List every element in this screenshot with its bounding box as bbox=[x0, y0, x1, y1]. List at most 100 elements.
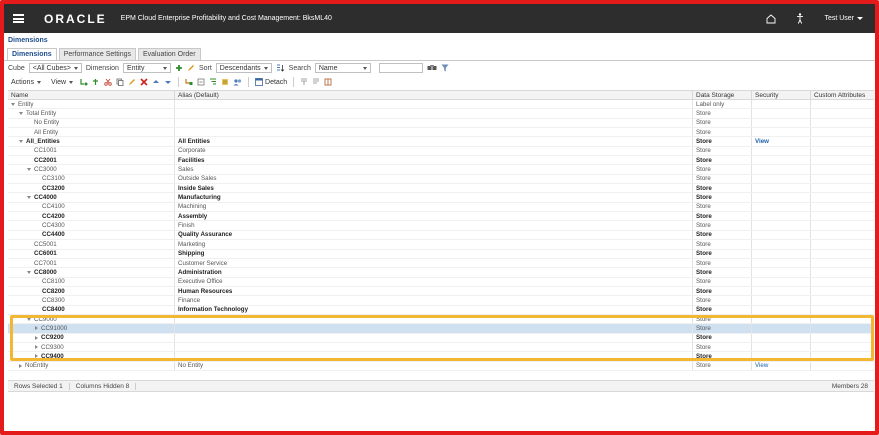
row-name-cell[interactable]: CC9200 bbox=[8, 334, 174, 342]
expanded-triangle-icon[interactable] bbox=[27, 196, 31, 200]
row-name-cell[interactable]: CC8000 bbox=[8, 268, 174, 276]
table-row[interactable]: CC8400 Information Technology Store bbox=[8, 305, 874, 315]
properties-icon[interactable] bbox=[221, 78, 229, 86]
dimension-select[interactable]: Entity bbox=[122, 63, 171, 73]
member-security-link[interactable]: View bbox=[751, 361, 810, 370]
column-header-alias[interactable]: Alias (Default) bbox=[174, 91, 692, 99]
row-name-cell[interactable]: CC4400 bbox=[8, 231, 174, 239]
row-name-cell[interactable]: No Entity bbox=[8, 119, 174, 127]
row-name-cell[interactable]: CC8400 bbox=[8, 306, 174, 314]
find-member-icon[interactable] bbox=[427, 64, 437, 72]
add-child-icon[interactable] bbox=[80, 78, 88, 86]
actions-menu[interactable]: Actions bbox=[8, 77, 44, 87]
tab-performance-settings[interactable]: Performance Settings bbox=[58, 48, 136, 60]
expanded-triangle-icon[interactable] bbox=[27, 270, 31, 274]
tab-dimensions[interactable]: Dimensions bbox=[7, 48, 57, 60]
column-header-custom-attributes[interactable]: Custom Attributes bbox=[810, 91, 874, 99]
row-name-cell[interactable]: Entity bbox=[8, 100, 174, 108]
table-row[interactable]: CC91000 Store bbox=[8, 324, 874, 334]
collapsed-triangle-icon[interactable] bbox=[35, 345, 38, 350]
add-dimension-icon[interactable] bbox=[175, 64, 183, 72]
table-row[interactable]: CC4200 Assembly Store bbox=[8, 212, 874, 222]
table-row[interactable]: CC2001 Facilities Store bbox=[8, 156, 874, 166]
row-name-cell[interactable]: CC6001 bbox=[8, 250, 174, 258]
home-icon[interactable] bbox=[766, 13, 776, 24]
collapsed-triangle-icon[interactable] bbox=[35, 354, 38, 359]
collapsed-triangle-icon[interactable] bbox=[35, 335, 38, 340]
row-name-cell[interactable]: CC7001 bbox=[8, 259, 174, 267]
tab-evaluation-order[interactable]: Evaluation Order bbox=[138, 48, 201, 60]
table-row[interactable]: Entity Label only bbox=[8, 100, 874, 110]
move-up-icon[interactable] bbox=[152, 78, 160, 86]
expanded-triangle-icon[interactable] bbox=[11, 102, 15, 106]
edit-dimension-icon[interactable] bbox=[187, 64, 195, 72]
table-row[interactable]: CC8200 Human Resources Store bbox=[8, 286, 874, 297]
collapse-icon[interactable] bbox=[197, 78, 205, 86]
row-name-cell[interactable]: CC4000 bbox=[8, 193, 174, 201]
freeze-icon[interactable] bbox=[300, 78, 308, 86]
table-row[interactable]: CC9300 Store bbox=[8, 342, 874, 353]
table-row[interactable]: CC4000 Manufacturing Store bbox=[8, 193, 874, 203]
copy-icon[interactable] bbox=[116, 78, 124, 86]
row-name-cell[interactable]: CC1001 bbox=[8, 147, 174, 155]
row-name-cell[interactable]: NoEntity bbox=[8, 362, 174, 370]
move-down-icon[interactable] bbox=[164, 78, 172, 86]
sort-order-icon[interactable] bbox=[276, 64, 285, 72]
row-name-cell[interactable]: CC4200 bbox=[8, 212, 174, 220]
row-name-cell[interactable]: CC91000 bbox=[8, 324, 174, 332]
row-name-cell[interactable]: CC8100 bbox=[8, 278, 174, 286]
row-name-cell[interactable]: CC5001 bbox=[8, 240, 174, 248]
table-row[interactable]: NoEntity No Entity Store View bbox=[8, 361, 874, 371]
table-row[interactable]: CC4300 Finish Store bbox=[8, 221, 874, 231]
member-security-link[interactable]: View bbox=[751, 137, 810, 146]
outline-icon[interactable] bbox=[209, 78, 217, 86]
column-header-name[interactable]: Name bbox=[8, 91, 174, 99]
reorder-columns-icon[interactable] bbox=[324, 78, 332, 86]
table-row[interactable]: No Entity Store bbox=[8, 118, 874, 129]
table-row[interactable]: CC4400 Quality Assurance Store bbox=[8, 230, 874, 241]
add-sibling-icon[interactable] bbox=[92, 78, 100, 86]
table-row[interactable]: CC6001 Shipping Store bbox=[8, 249, 874, 259]
table-row[interactable]: CC7001 Customer Service Store bbox=[8, 258, 874, 269]
expanded-triangle-icon[interactable] bbox=[19, 112, 23, 116]
row-name-cell[interactable]: CC3000 bbox=[8, 165, 174, 173]
table-row[interactable]: CC9200 Store bbox=[8, 333, 874, 343]
detach-button[interactable]: Detach bbox=[255, 78, 287, 86]
table-row[interactable]: CC9000 Store bbox=[8, 314, 874, 325]
search-field-select[interactable]: Name bbox=[314, 63, 371, 73]
row-name-cell[interactable]: All Entity bbox=[8, 128, 174, 136]
members-icon[interactable] bbox=[233, 78, 242, 86]
delete-icon[interactable] bbox=[140, 78, 148, 86]
row-name-cell[interactable]: CC8200 bbox=[8, 287, 174, 295]
row-name-cell[interactable]: CC2001 bbox=[8, 156, 174, 164]
filter-icon[interactable] bbox=[441, 64, 449, 72]
sort-select[interactable]: Descendants bbox=[215, 63, 272, 73]
expand-icon[interactable] bbox=[185, 78, 193, 86]
row-name-cell[interactable]: CC9300 bbox=[8, 343, 174, 351]
expanded-triangle-icon[interactable] bbox=[27, 168, 31, 172]
accessibility-icon[interactable] bbox=[796, 13, 804, 24]
row-name-cell[interactable]: Total Entity bbox=[8, 109, 174, 117]
table-row[interactable]: CC3200 Inside Sales Store bbox=[8, 184, 874, 194]
table-row[interactable]: CC3000 Sales Store bbox=[8, 165, 874, 175]
table-row[interactable]: CC9400 Store bbox=[8, 352, 874, 362]
row-name-cell[interactable]: CC9400 bbox=[8, 352, 174, 360]
table-row[interactable]: CC3100 Outside Sales Store bbox=[8, 174, 874, 185]
table-row[interactable]: CC5001 Marketing Store bbox=[8, 240, 874, 250]
user-menu[interactable]: Test User bbox=[824, 15, 863, 22]
cut-icon[interactable] bbox=[104, 78, 112, 86]
table-row[interactable]: Total Entity Store bbox=[8, 109, 874, 119]
cube-select[interactable]: <All Cubes> bbox=[28, 63, 82, 73]
view-menu[interactable]: View bbox=[48, 77, 76, 87]
table-row[interactable]: CC1001 Corporate Store bbox=[8, 146, 874, 157]
row-name-cell[interactable]: CC4300 bbox=[8, 221, 174, 229]
row-name-cell[interactable]: All_Entities bbox=[8, 137, 174, 145]
table-row[interactable]: CC8300 Finance Store bbox=[8, 296, 874, 306]
row-name-cell[interactable]: CC8300 bbox=[8, 296, 174, 304]
table-row[interactable]: All Entity Store bbox=[8, 128, 874, 138]
column-header-security[interactable]: Security bbox=[751, 91, 810, 99]
collapsed-triangle-icon[interactable] bbox=[19, 363, 22, 368]
collapsed-triangle-icon[interactable] bbox=[35, 326, 38, 331]
row-name-cell[interactable]: CC9000 bbox=[8, 315, 174, 323]
row-name-cell[interactable]: CC3100 bbox=[8, 175, 174, 183]
